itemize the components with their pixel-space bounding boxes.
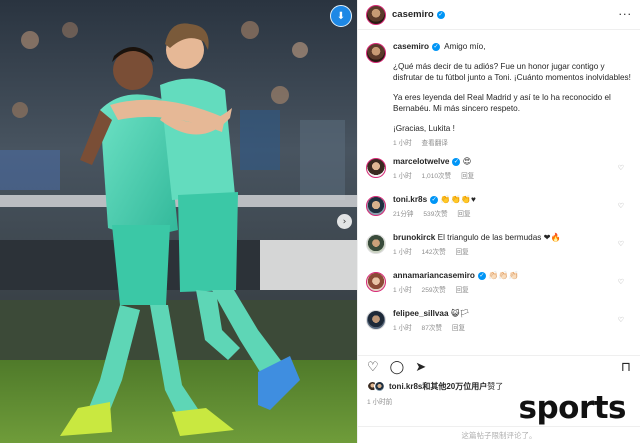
comment-like-icon[interactable]: ♡: [618, 316, 624, 324]
comment-meta: 21分钟 539次赞 回复: [393, 209, 632, 220]
caption-avatar[interactable]: [366, 43, 386, 63]
comment-time: 1 小时: [393, 287, 412, 294]
commenter-avatar[interactable]: [366, 158, 386, 178]
comment-bubble-icon[interactable]: ◯: [390, 360, 405, 375]
comment-likes[interactable]: 539次赞: [423, 211, 447, 218]
post-caption: casemiro ✓ Amigo mío, ¿Qué más decir de t…: [366, 41, 632, 149]
reply-link[interactable]: 回复: [452, 325, 465, 332]
commenter-avatar[interactable]: [366, 196, 386, 216]
comment-item: brunokirck El triangulo de las bermudas …: [366, 232, 632, 258]
comment-item: annamariancasemiro ✓ 👏🏻👏🏻👏🏻 1 小时 259次赞 回复…: [366, 270, 632, 296]
verified-badge-icon: ✓: [430, 195, 439, 204]
reply-link[interactable]: 回复: [456, 287, 469, 294]
comment-time: 1 小时: [393, 325, 412, 332]
comment-meta: 1 小时 259次赞 回复: [393, 285, 632, 296]
comment-like-icon[interactable]: ♡: [618, 202, 624, 210]
comment-text: 😍: [462, 157, 472, 166]
author-username[interactable]: casemiro: [392, 9, 434, 20]
post-actions-bar: ♡ ◯ ➤ ⊓: [358, 355, 640, 379]
verified-badge-icon: ✓: [436, 10, 445, 19]
caption-line: ¡Gracias, Lukita !: [393, 124, 455, 133]
next-photo-chevron-icon[interactable]: ›: [337, 214, 352, 229]
post-photo[interactable]: ⬇ ›: [0, 0, 357, 443]
comment-meta: 1 小时 87次赞 回复: [393, 323, 632, 334]
post-detail-panel: casemiro ✓ ··· casemiro ✓ Amigo mío, ¿Qué…: [357, 0, 640, 443]
verified-badge-icon: ✓: [431, 42, 440, 51]
comment-likes[interactable]: 1,010次赞: [422, 173, 452, 180]
post-timestamp: 1 小时前: [367, 399, 393, 406]
comment-like-icon[interactable]: ♡: [618, 240, 624, 248]
comment-like-icon[interactable]: ♡: [618, 164, 624, 172]
reply-link[interactable]: 回复: [456, 249, 469, 256]
commenter-username[interactable]: annamariancasemiro: [393, 271, 475, 280]
reply-link[interactable]: 回复: [457, 211, 470, 218]
comment-time: 21分钟: [393, 211, 414, 218]
commenter-avatar[interactable]: [366, 234, 386, 254]
comments-limited-notice: 这篇帖子限制评论了。: [358, 426, 640, 441]
share-send-icon[interactable]: ➤: [415, 360, 426, 375]
caption-username[interactable]: casemiro: [393, 42, 429, 51]
commenter-username[interactable]: toni.kr8s: [393, 195, 427, 204]
liker-avatar: [374, 381, 385, 392]
commenter-username[interactable]: felipee_sillvaa: [393, 309, 449, 318]
like-heart-icon[interactable]: ♡: [367, 360, 379, 375]
comment-text: 👏🏻👏🏻👏🏻: [488, 271, 519, 280]
comment-meta: 1 小时 1,010次赞 回复: [393, 171, 632, 182]
photo-illustration: [0, 0, 357, 443]
comment-text: 👏👏👏♥: [440, 195, 476, 204]
comment-text: 😺🏳: [450, 309, 470, 318]
download-badge-icon[interactable]: ⬇: [330, 5, 352, 27]
author-avatar[interactable]: [366, 4, 386, 25]
commenter-username[interactable]: brunokirck: [393, 233, 435, 242]
caption-meta: 1 小时 查看翻译: [393, 138, 632, 149]
caption-time: 1 小时: [393, 140, 412, 147]
comment-like-icon[interactable]: ♡: [618, 278, 624, 286]
comment-text: El triangulo de las bermudas ❤🔥: [437, 233, 561, 242]
commenter-avatar[interactable]: [366, 310, 386, 330]
save-bookmark-icon[interactable]: ⊓: [621, 360, 631, 375]
comments-scroll-area[interactable]: casemiro ✓ Amigo mío, ¿Qué más decir de t…: [358, 31, 640, 351]
commenter-username[interactable]: marcelotwelve: [393, 157, 449, 166]
comment-item: toni.kr8s ✓ 👏👏👏♥ 21分钟 539次赞 回复 ♡: [366, 194, 632, 220]
comment-time: 1 小时: [393, 249, 412, 256]
verified-badge-icon: ✓: [477, 271, 486, 280]
caption-line: ¿Qué más decir de tu adiós? Fue un honor…: [393, 62, 631, 82]
comment-likes[interactable]: 259次赞: [422, 287, 446, 294]
more-options-icon[interactable]: ···: [619, 8, 633, 21]
comment-meta: 1 小时 142次赞 回复: [393, 247, 632, 258]
comment-likes[interactable]: 87次赞: [422, 325, 443, 332]
caption-line: Amigo mío,: [444, 42, 486, 51]
post-header: casemiro ✓ ···: [358, 0, 640, 30]
commenter-avatar[interactable]: [366, 272, 386, 292]
verified-badge-icon: ✓: [452, 157, 461, 166]
comment-time: 1 小时: [393, 173, 412, 180]
comment-likes[interactable]: 142次赞: [422, 249, 446, 256]
comment-item: felipee_sillvaa 😺🏳 1 小时 87次赞 回复 ♡: [366, 308, 632, 334]
comment-item: marcelotwelve ✓ 😍 1 小时 1,010次赞 回复 ♡: [366, 156, 632, 182]
caption-line: Ya eres leyenda del Real Madrid y así te…: [393, 93, 611, 113]
reply-link[interactable]: 回复: [461, 173, 474, 180]
sports-watermark: sports: [518, 390, 626, 426]
likes-count-link[interactable]: toni.kr8s和其他20万位用户赞了: [389, 381, 503, 392]
translate-link[interactable]: 查看翻译: [422, 140, 448, 147]
